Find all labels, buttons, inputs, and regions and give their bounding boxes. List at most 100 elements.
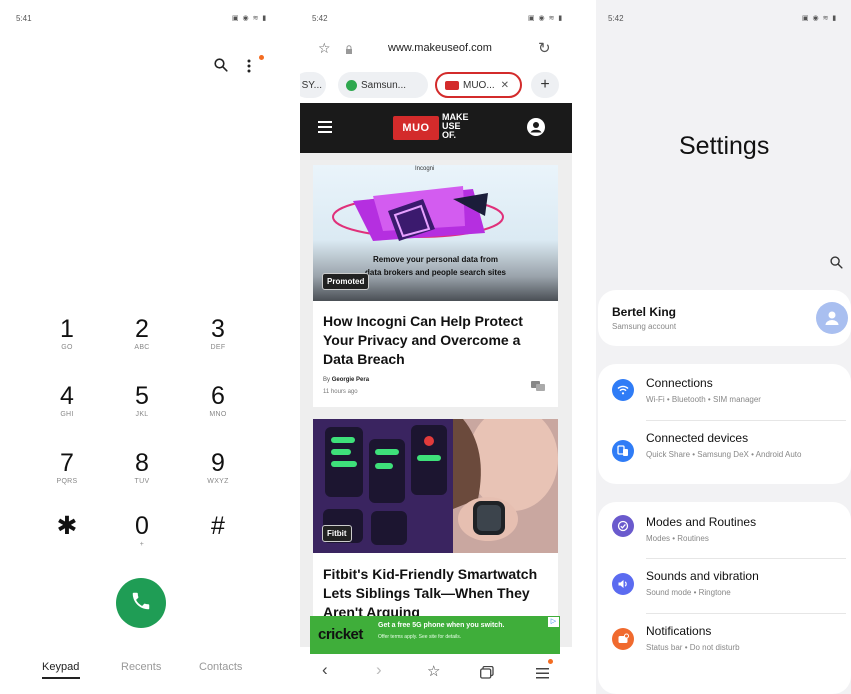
call-button[interactable]	[116, 578, 166, 628]
item-sub: Sound mode • Ringtone	[646, 588, 731, 597]
key-digit: #	[211, 512, 225, 540]
settings-screen: 5:42 ▣ ◉ ≋ ▮ Settings Bertel King Samsun…	[596, 0, 851, 694]
logo-line: OF.	[442, 130, 457, 140]
menu-icon[interactable]	[536, 664, 550, 684]
settings-item-notifications[interactable]: Notifications Status bar • Do not distur…	[598, 615, 851, 667]
article-card-incogni[interactable]: Incogni Remove your personal data from d…	[313, 165, 558, 407]
key-9[interactable]: 9 WXYZ	[188, 449, 248, 503]
byline-prefix: By	[323, 377, 331, 383]
item-title: Sounds and vibration	[646, 569, 759, 583]
browser-screen: 5:42 ▣ ◉ ≋ ▮ ☆ ↻ www.makeuseof.com SY...…	[300, 0, 572, 694]
reload-icon[interactable]: ↻	[538, 39, 551, 57]
status-time: 5:42	[608, 14, 624, 23]
key-6[interactable]: 6 MNO	[188, 382, 248, 436]
key-digit: 4	[60, 382, 74, 410]
item-sub: Status bar • Do not disturb	[646, 643, 740, 652]
key-1[interactable]: 1 GO	[37, 315, 97, 369]
key-8[interactable]: 8 TUV	[112, 449, 172, 503]
avatar[interactable]	[816, 302, 848, 334]
tab-muo-active[interactable]: MUO... ✕	[435, 72, 522, 98]
key-3[interactable]: 3 DEF	[188, 315, 248, 369]
ad-banner[interactable]: cricket Get a free 5G phone when you swi…	[310, 616, 560, 654]
bookmarks-icon[interactable]: ☆	[427, 662, 440, 680]
settings-item-modes-routines[interactable]: Modes and Routines Modes • Routines	[598, 502, 851, 556]
tab-label: MUO...	[463, 79, 495, 91]
settings-item-sounds-vibration[interactable]: Sounds and vibration Sound mode • Ringto…	[598, 560, 851, 612]
ad-headline: Get a free 5G phone when you switch.	[378, 622, 505, 629]
samsung-tab-favicon-icon	[346, 79, 357, 91]
tab-contacts[interactable]: Contacts	[199, 661, 242, 673]
status-icons: ▣ ◉ ≋ ▮	[802, 15, 838, 22]
key-letters: GO	[61, 344, 73, 351]
hamburger-menu-icon[interactable]	[318, 120, 332, 138]
tabs-icon[interactable]	[480, 664, 494, 684]
modes-routines-icon	[612, 515, 634, 537]
ad-choices-icon[interactable]: ▷	[548, 617, 559, 627]
key-digit: 9	[211, 449, 225, 477]
wifi-icon	[612, 379, 634, 401]
key-digit: 0	[135, 512, 149, 540]
sound-icon	[612, 573, 634, 595]
close-tab-icon[interactable]: ✕	[501, 80, 509, 91]
key-letters: GHI	[60, 411, 74, 418]
key-digit: ✱	[56, 512, 78, 540]
item-sub: Quick Share • Samsung DeX • Android Auto	[646, 450, 802, 459]
status-time: 5:41	[16, 14, 32, 23]
settings-item-connected-devices[interactable]: Connected devices Quick Share • Samsung …	[598, 422, 851, 482]
divider	[646, 558, 846, 559]
ad-brand: cricket	[318, 626, 363, 643]
account-name: Bertel King	[612, 305, 677, 319]
key-star[interactable]: ✱	[37, 512, 97, 566]
new-tab-button[interactable]: +	[531, 72, 559, 98]
lock-icon	[345, 42, 353, 60]
plus-icon: +	[540, 76, 550, 93]
key-5[interactable]: 5 JKL	[112, 382, 172, 436]
key-digit: 2	[135, 315, 149, 343]
logo-text: MUO	[402, 122, 430, 134]
status-icons: ▣ ◉ ≋ ▮	[528, 15, 564, 22]
key-hash[interactable]: #	[188, 512, 248, 566]
key-digit: 5	[135, 382, 149, 410]
article-title[interactable]: How Incogni Can Help Protect Your Privac…	[323, 312, 551, 369]
key-digit: 7	[60, 449, 74, 477]
category-badge[interactable]: Fitbit	[322, 525, 352, 542]
dialer-screen: 5:41 ▣ ◉ ≋ ▮ 1 GO 2 ABC 3 DEF 4 GHI 5 JKL 6 MN…	[0, 0, 276, 694]
tab-keypad[interactable]: Keypad	[42, 661, 79, 673]
author-name[interactable]: Georgie Pera	[332, 377, 369, 383]
bookmark-star-icon[interactable]: ☆	[318, 40, 331, 57]
key-2[interactable]: 2 ABC	[112, 315, 172, 369]
comments-icon[interactable]	[531, 379, 545, 397]
key-letters: ABC	[134, 344, 150, 351]
more-options-icon[interactable]	[246, 58, 252, 78]
tab-recents[interactable]: Recents	[121, 661, 161, 673]
notifications-icon	[612, 628, 634, 650]
item-sub: Wi-Fi • Bluetooth • SIM manager	[646, 395, 761, 404]
item-title: Modes and Routines	[646, 515, 757, 529]
account-card[interactable]: Bertel King Samsung account	[598, 290, 851, 346]
page-title: Settings	[679, 132, 770, 160]
article-card-fitbit[interactable]: Fitbit Fitbit's Kid-Friendly Smartwatch …	[313, 419, 558, 647]
tab-samsung[interactable]: Samsun...	[338, 72, 428, 98]
status-icons: ▣ ◉ ≋ ▮	[232, 15, 268, 22]
connected-devices-icon	[612, 440, 634, 462]
back-icon[interactable]: ‹	[322, 660, 328, 680]
item-title: Notifications	[646, 624, 712, 638]
image-text-line: Remove your personal data from	[373, 255, 498, 264]
notification-dot	[259, 55, 264, 60]
article-title[interactable]: Fitbit's Kid-Friendly Smartwatch Lets Si…	[323, 565, 553, 622]
key-0[interactable]: 0 +	[112, 512, 172, 566]
forward-icon[interactable]: ›	[376, 660, 382, 680]
key-4[interactable]: 4 GHI	[37, 382, 97, 436]
url-text[interactable]: www.makeuseof.com	[388, 42, 492, 54]
tab-partial[interactable]: SY...	[300, 72, 326, 98]
article-feed[interactable]: Incogni Remove your personal data from d…	[300, 153, 572, 647]
settings-item-connections[interactable]: Connections Wi-Fi • Bluetooth • SIM mana…	[598, 364, 851, 418]
search-icon[interactable]	[830, 256, 843, 274]
search-icon[interactable]	[214, 58, 228, 76]
key-7[interactable]: 7 PQRS	[37, 449, 97, 503]
site-logo[interactable]: MUO	[393, 116, 439, 140]
key-digit: 3	[211, 315, 225, 343]
account-icon[interactable]	[527, 118, 545, 141]
person-icon	[825, 311, 839, 325]
tab-label: Samsun...	[361, 79, 407, 91]
